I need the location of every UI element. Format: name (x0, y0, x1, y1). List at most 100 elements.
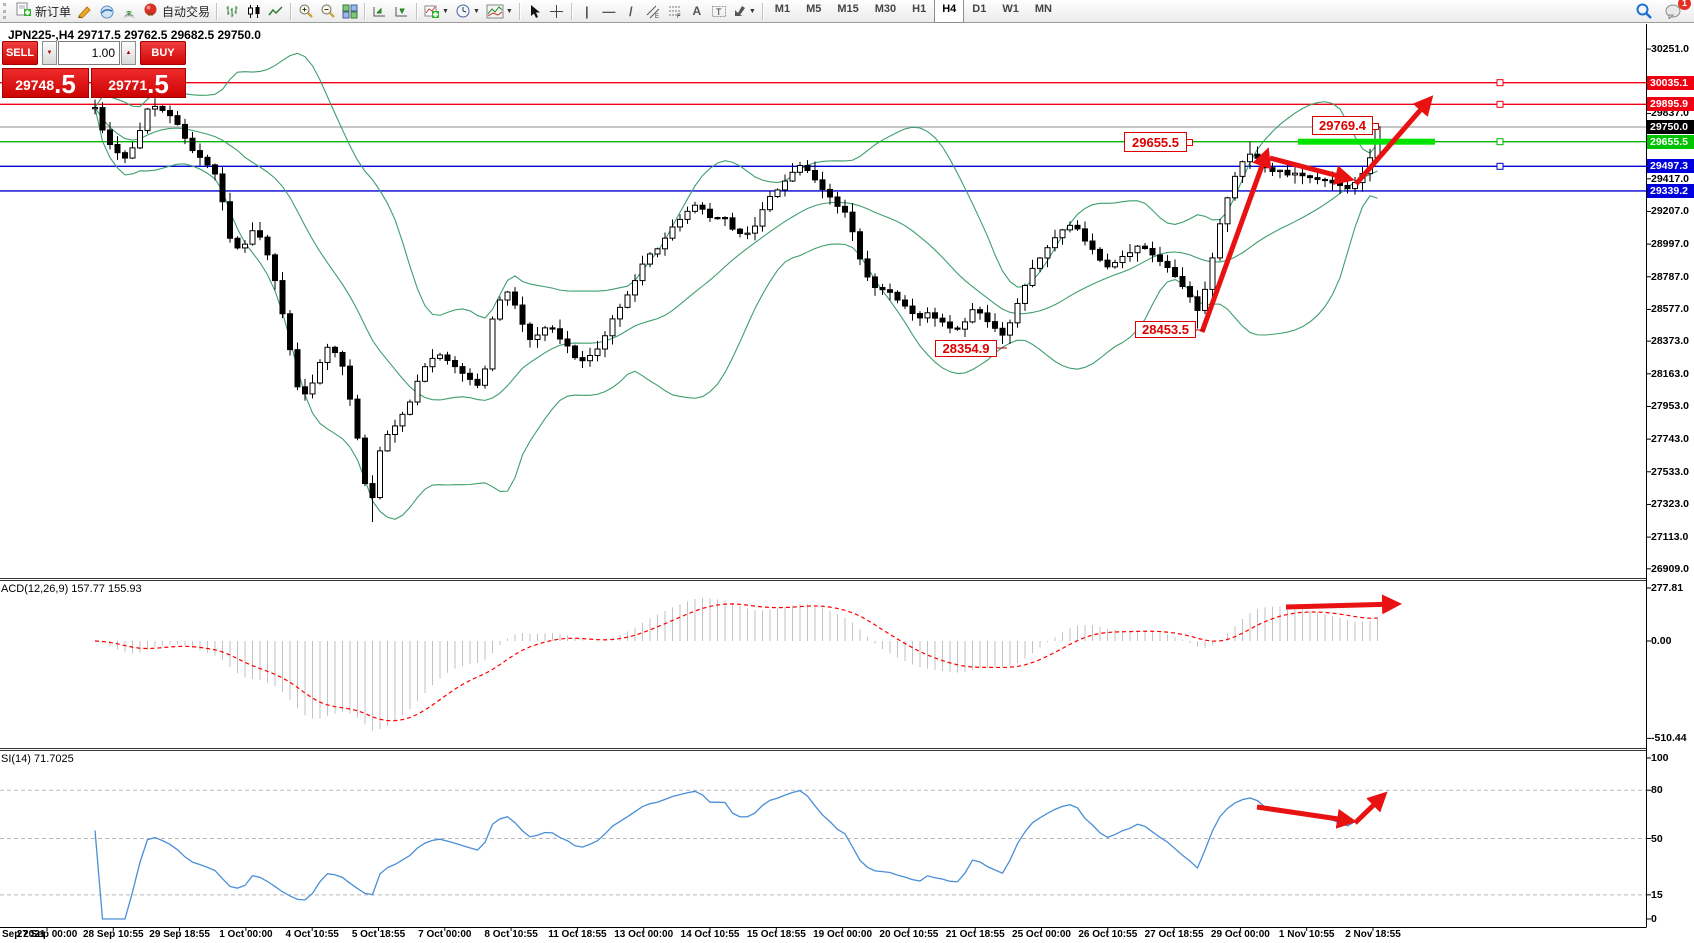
annotation-anchor-square (1186, 139, 1193, 146)
time-axis-label: 20 Oct 10:55 (879, 929, 938, 940)
trend-arrow[interactable] (1355, 795, 1384, 823)
candle-body (1180, 277, 1185, 287)
signal-icon[interactable] (118, 1, 140, 21)
candle-body (183, 124, 188, 138)
macd-scale-label: -510.44 (1651, 732, 1687, 744)
buy-button[interactable]: BUY (140, 41, 186, 65)
timeframe-button-w1[interactable]: W1 (994, 0, 1027, 23)
timeframe-button-h1[interactable]: H1 (904, 0, 934, 23)
timeframe-button-m15[interactable]: M15 (829, 0, 866, 23)
arrows-tool-button[interactable]: ▼ (730, 1, 759, 21)
candle-body (738, 229, 743, 233)
candle-body (340, 352, 345, 366)
candle-body (363, 438, 368, 483)
timeframe-button-h4[interactable]: H4 (934, 0, 964, 23)
candle-body (1045, 248, 1050, 258)
new-order-label: 新订单 (35, 3, 71, 20)
candle-body (633, 281, 638, 295)
buy-price-display[interactable]: 29771.5 (91, 68, 186, 98)
candle-body (438, 355, 443, 358)
templates-button[interactable]: ▼ (483, 1, 516, 21)
time-axis-label: 25 Oct 00:00 (1012, 929, 1071, 940)
line-endpoint-marker[interactable] (1497, 80, 1503, 86)
trendline-tool-icon[interactable]: / (620, 1, 642, 21)
crosshair-tool-icon[interactable] (546, 1, 568, 21)
price-annotation[interactable]: 29655.5 (1124, 132, 1187, 152)
macd-scale-label: 277.81 (1651, 582, 1683, 594)
separator (519, 3, 521, 20)
volume-increase-button[interactable]: ▲ (121, 41, 136, 65)
timeframe-button-d1[interactable]: D1 (964, 0, 994, 23)
support-zone-bar[interactable] (1298, 139, 1435, 145)
vertical-line-tool-icon[interactable]: | (576, 1, 598, 21)
candle-body (1248, 154, 1253, 162)
line-endpoint-marker[interactable] (1497, 101, 1503, 107)
search-icon[interactable] (1632, 1, 1656, 21)
candle-body (213, 165, 218, 174)
price-tick-label: 28577.0 (1651, 303, 1689, 315)
timeframe-button-mn[interactable]: MN (1027, 0, 1060, 23)
candle-body (1278, 170, 1283, 171)
sell-price-display[interactable]: 29748.5 (2, 68, 89, 98)
line-endpoint-marker[interactable] (1497, 139, 1503, 145)
candle-body (325, 347, 330, 362)
candle-body (708, 209, 713, 217)
candle-body (318, 363, 323, 383)
candle-body (670, 227, 675, 238)
candle-body (678, 219, 683, 227)
volume-input[interactable]: 1.00 (58, 41, 120, 65)
one-click-trading-panel: SELL ▼ 1.00 ▲ BUY 29748.5 29771.5 (2, 40, 186, 97)
crayon-icon[interactable] (74, 1, 96, 21)
zoom-out-icon[interactable] (317, 1, 339, 21)
candle-body (948, 322, 953, 328)
bar-chart-type-icon[interactable] (221, 1, 243, 21)
publish-chart-icon[interactable] (96, 1, 118, 21)
candle-body (250, 231, 255, 244)
line-endpoint-marker[interactable] (1497, 163, 1503, 169)
time-axis-label: 4 Oct 10:55 (286, 929, 339, 940)
candle-body (970, 310, 975, 322)
cursor-tool-icon[interactable] (524, 1, 546, 21)
price-badge: 29655.5 (1647, 135, 1694, 149)
price-annotation[interactable]: 28453.5 (1135, 321, 1196, 338)
text-tool-icon[interactable]: A (686, 1, 708, 21)
candle-body (460, 367, 465, 374)
zoom-in-icon[interactable] (295, 1, 317, 21)
price-annotation[interactable]: 29769.4 (1312, 116, 1373, 135)
time-axis-label: 14 Oct 10:55 (681, 929, 740, 940)
trend-arrow[interactable] (1286, 604, 1397, 607)
timeframe-button-m5[interactable]: M5 (798, 0, 829, 23)
tile-windows-icon[interactable] (339, 1, 361, 21)
indicators-button[interactable]: ▼ (421, 1, 452, 21)
fibonacci-tool-icon[interactable]: F (664, 1, 686, 21)
price-annotation[interactable]: 28354.9 (935, 340, 997, 357)
text-label-tool-icon[interactable]: T (708, 1, 730, 21)
candlestick-chart-type-icon[interactable] (243, 1, 265, 21)
price-tick-label: 28373.0 (1651, 335, 1689, 347)
sell-button[interactable]: SELL (2, 41, 38, 65)
notifications-icon[interactable]: 1 (1662, 1, 1686, 21)
trend-arrow[interactable] (1257, 807, 1352, 821)
chart-canvas[interactable] (0, 0, 1694, 943)
timeframe-button-m1[interactable]: M1 (767, 0, 798, 23)
candle-body (205, 157, 210, 165)
candle-body (228, 202, 233, 239)
candle-body (1188, 287, 1193, 297)
line-chart-type-icon[interactable] (265, 1, 287, 21)
periods-button[interactable]: ▼ (452, 1, 483, 21)
price-tick-label: 27323.0 (1651, 498, 1689, 510)
candle-body (445, 355, 450, 360)
candle-body (895, 292, 900, 300)
autoscroll-icon[interactable] (369, 1, 391, 21)
timeframe-button-m30[interactable]: M30 (867, 0, 904, 23)
autotrade-button[interactable]: 自动交易 (140, 1, 213, 21)
candle-body (933, 313, 938, 318)
chart-shift-icon[interactable] (391, 1, 413, 21)
toolbar-grip[interactable] (3, 3, 9, 19)
timeframe-bar: M1M5M15M30H1H4D1W1MN (767, 0, 1060, 23)
volume-decrease-button[interactable]: ▼ (42, 41, 57, 65)
horizontal-line-tool-icon[interactable]: — (598, 1, 620, 21)
new-order-button[interactable]: 新订单 (13, 1, 74, 21)
candle-body (153, 106, 158, 109)
channel-tool-icon[interactable]: E (642, 1, 664, 21)
